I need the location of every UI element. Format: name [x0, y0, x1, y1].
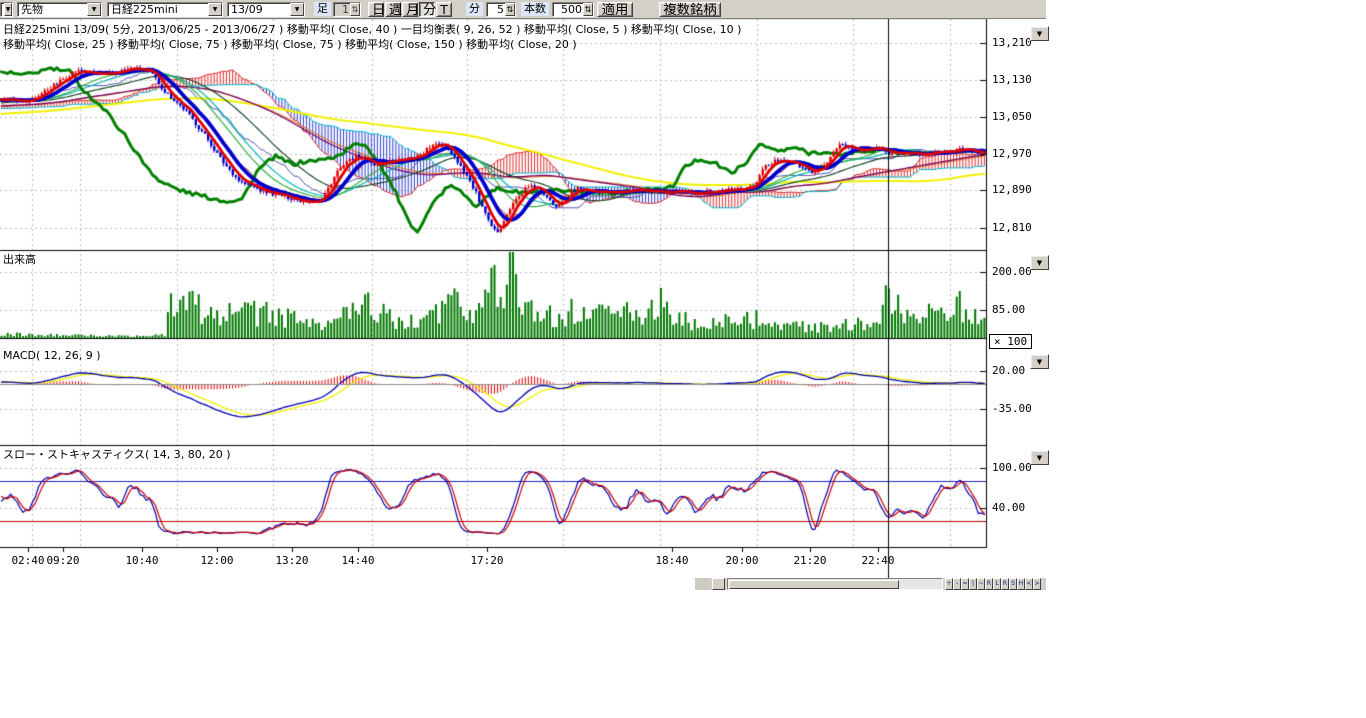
macd-scale-dropdown-button[interactable]: ▼: [1030, 354, 1049, 369]
spinner-icon[interactable]: ⇅: [505, 3, 515, 16]
minutes-value: 5: [487, 3, 505, 16]
instrument-value: 日経225mini: [108, 1, 178, 17]
time-tick-label: 21:20: [790, 554, 830, 567]
period-button-分[interactable]: 分: [419, 2, 435, 17]
mini-tool-button[interactable]: >: [1033, 578, 1041, 590]
mini-tool-button[interactable]: =: [961, 578, 969, 590]
time-tick-label: 22:40: [858, 554, 898, 567]
time-tick-label: 18:40: [652, 554, 692, 567]
time-tick-label: 13:20: [272, 554, 312, 567]
time-tick-label: 12:00: [197, 554, 237, 567]
axis-tick-label: 200.00: [992, 265, 1032, 278]
macd-panel-label: MACD( 12, 26, 9 ): [3, 349, 101, 362]
mini-tool-button[interactable]: R: [1001, 578, 1009, 590]
axis-tick-label: 13,130: [992, 73, 1032, 86]
scrollbar-thumb[interactable]: [729, 580, 899, 589]
contract-month-value: 13/09: [228, 3, 263, 16]
partial-combobox[interactable]: ▼: [0, 2, 13, 17]
price-scale-dropdown-button[interactable]: ▼: [1030, 26, 1049, 41]
mini-tool-button[interactable]: <: [1025, 578, 1033, 590]
axis-tick-label: 85.00: [992, 303, 1025, 316]
time-tick-label: 10:40: [122, 554, 162, 567]
axis-tick-label: 12,810: [992, 221, 1032, 234]
bar-count-value: 500: [553, 3, 583, 16]
instrument-type-combobox[interactable]: 先物 ▼: [17, 2, 102, 17]
minutes-stepper[interactable]: 5 ⇅: [486, 2, 516, 17]
instrument-type-value: 先物: [18, 1, 43, 17]
mini-tool-button[interactable]: |: [969, 578, 977, 590]
axis-tick-label: 12,970: [992, 147, 1032, 160]
axis-tick-label: 12,890: [992, 183, 1032, 196]
spinner-icon[interactable]: ⇅: [350, 3, 360, 16]
mini-tool-button[interactable]: S: [1009, 578, 1017, 590]
bar-interval-stepper[interactable]: 1 ⇅: [333, 2, 361, 17]
bar-type-label: 足: [314, 2, 331, 16]
chart-title-indicators-line1: 日経225mini 13/09( 5分, 2013/06/25 - 2013/0…: [3, 21, 741, 37]
chevron-down-icon[interactable]: ▼: [87, 3, 101, 16]
chevron-down-icon[interactable]: ▼: [4, 3, 12, 16]
chart-application-window: ▼ 先物 ▼ 日経225mini ▼ 13/09 ▼ 足 1 ⇅ 日週月分T 分…: [0, 0, 1366, 718]
axis-tick-label: -35.00: [992, 402, 1032, 415]
volume-panel-label: 出来高: [3, 251, 36, 267]
bar-interval-value: 1: [334, 3, 350, 16]
volume-scale-dropdown-button[interactable]: ▼: [1030, 255, 1049, 270]
time-tick-label: 09:20: [43, 554, 83, 567]
chevron-down-icon[interactable]: ▼: [290, 3, 304, 16]
time-tick-label: 14:40: [338, 554, 378, 567]
contract-month-combobox[interactable]: 13/09 ▼: [227, 2, 305, 17]
spinner-icon[interactable]: ⇅: [583, 3, 593, 16]
main-toolbar: ▼ 先物 ▼ 日経225mini ▼ 13/09 ▼ 足 1 ⇅ 日週月分T 分…: [0, 0, 1046, 19]
time-tick-label: 17:20: [467, 554, 507, 567]
mini-tool-button[interactable]: -: [953, 578, 961, 590]
multi-symbol-button[interactable]: 複数銘柄: [659, 2, 721, 17]
axis-tick-label: 13,050: [992, 110, 1032, 123]
period-button-T[interactable]: T: [436, 2, 452, 17]
instrument-combobox[interactable]: 日経225mini ▼: [107, 2, 223, 17]
mini-tool-button[interactable]: L: [993, 578, 1001, 590]
mini-tool-button[interactable]: ~: [977, 578, 985, 590]
chart-indicators-line2: 移動平均( Close, 25 ) 移動平均( Close, 75 ) 移動平均…: [3, 36, 577, 52]
axis-tick-label: 20.00: [992, 364, 1025, 377]
minutes-label: 分: [466, 2, 483, 16]
apply-button[interactable]: 適用: [597, 2, 633, 17]
period-button-group: 日週月分T: [367, 2, 452, 17]
volume-multiplier-badge: × 100: [989, 334, 1032, 349]
stochastics-panel-label: スロー・ストキャスティクス( 14, 3, 80, 20 ): [3, 446, 231, 462]
time-tick-label: 20:00: [722, 554, 762, 567]
mini-tool-button[interactable]: H: [1017, 578, 1025, 590]
axis-tick-label: 100.00: [992, 461, 1032, 474]
mini-tool-buttons: +-=|~RLRSH<>: [945, 578, 1041, 590]
scroll-left-button[interactable]: [712, 578, 725, 590]
bottom-toolbar-strip: +-=|~RLRSH<>: [695, 578, 1046, 590]
axis-tick-label: 13,210: [992, 36, 1032, 49]
bar-count-stepper[interactable]: 500 ⇅: [552, 2, 594, 17]
period-button-週[interactable]: 週: [385, 2, 401, 17]
mini-tool-button[interactable]: +: [945, 578, 953, 590]
period-button-月[interactable]: 月: [402, 2, 418, 17]
bar-count-label: 本数: [521, 2, 549, 16]
chevron-down-icon[interactable]: ▼: [208, 3, 222, 16]
time-tick-label: 02:40: [8, 554, 48, 567]
resize-grip[interactable]: [695, 578, 709, 590]
mini-tool-button[interactable]: R: [985, 578, 993, 590]
horizontal-scrollbar[interactable]: [727, 578, 943, 590]
axis-tick-label: 40.00: [992, 501, 1025, 514]
stoch-scale-dropdown-button[interactable]: ▼: [1030, 450, 1049, 465]
price-chart-canvas[interactable]: [0, 0, 1050, 592]
period-button-日[interactable]: 日: [368, 2, 384, 17]
